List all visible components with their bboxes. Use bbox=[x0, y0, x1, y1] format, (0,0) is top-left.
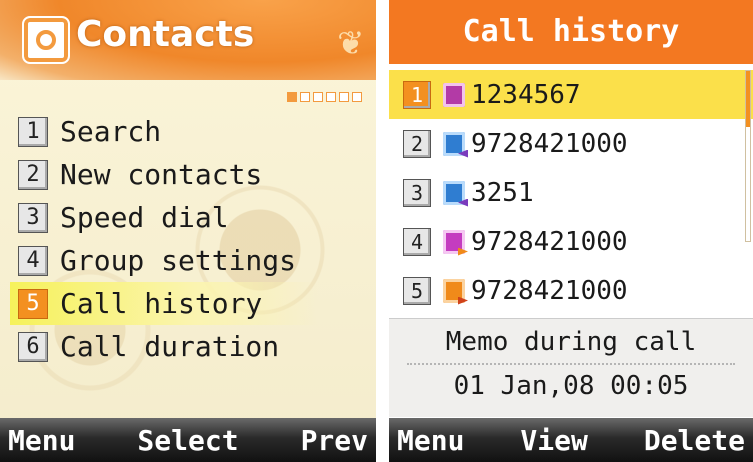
menu-item-label: Call duration bbox=[60, 330, 280, 363]
memo-label: Memo during call bbox=[445, 327, 697, 357]
softkey-bar: Menu View Delete bbox=[389, 418, 753, 462]
page-title: Contacts bbox=[76, 14, 255, 55]
call-item-number: 4 bbox=[403, 227, 431, 256]
memo-panel: Memo during call 01 Jan,08 00:05 bbox=[389, 318, 753, 417]
received-call-icon bbox=[443, 131, 465, 156]
list-scrollbar[interactable] bbox=[745, 70, 751, 242]
page-indicator bbox=[287, 92, 362, 102]
page-dot bbox=[313, 92, 323, 102]
menu-item-number: 2 bbox=[18, 159, 48, 190]
page-dot bbox=[300, 92, 310, 102]
contacts-header: Contacts ❦ bbox=[0, 0, 376, 80]
contacts-menu: 1 Search 2 New contacts 3 Speed dial 4 G… bbox=[10, 110, 368, 368]
call-list-item[interactable]: 3 3251 bbox=[389, 168, 753, 217]
page-dot bbox=[287, 92, 297, 102]
menu-item-label: Call history bbox=[60, 287, 263, 320]
call-list-item[interactable]: 1 1234567 bbox=[389, 70, 753, 119]
call-item-number: 3 bbox=[403, 178, 431, 207]
menu-item-label: Speed dial bbox=[60, 201, 229, 234]
menu-item-number: 4 bbox=[18, 245, 48, 276]
page-title: Call history bbox=[389, 0, 753, 64]
call-item-number: 1 bbox=[403, 80, 431, 109]
call-phone-number: 9728421000 bbox=[471, 275, 628, 306]
menu-item-label: New contacts bbox=[60, 158, 263, 191]
contacts-icon bbox=[22, 16, 70, 64]
call-timestamp: 01 Jan,08 00:05 bbox=[453, 371, 689, 401]
call-list-item[interactable]: 2 9728421000 bbox=[389, 119, 753, 168]
received-call-icon bbox=[443, 180, 465, 205]
call-item-number: 2 bbox=[403, 129, 431, 158]
menu-item-number: 1 bbox=[18, 116, 48, 147]
menu-item-call-history[interactable]: 5 Call history bbox=[10, 282, 318, 325]
contacts-screen: Contacts ❦ 1 Search 2 New contacts 3 Spe… bbox=[0, 0, 376, 462]
page-dot bbox=[326, 92, 336, 102]
call-phone-number: 1234567 bbox=[471, 79, 581, 110]
call-list-item[interactable]: 4 9728421000 bbox=[389, 217, 753, 266]
page-dot bbox=[352, 92, 362, 102]
dialed-call-icon bbox=[443, 82, 465, 107]
menu-item-number: 3 bbox=[18, 202, 48, 233]
menu-item-label: Search bbox=[60, 115, 162, 148]
missed-call-icon bbox=[443, 229, 465, 254]
call-phone-number: 9728421000 bbox=[471, 226, 628, 257]
call-item-number: 5 bbox=[403, 276, 431, 305]
page-dot bbox=[339, 92, 349, 102]
softkey-delete[interactable]: Delete bbox=[644, 424, 745, 457]
call-phone-number: 3251 bbox=[471, 177, 534, 208]
menu-item-call-duration[interactable]: 6 Call duration bbox=[18, 325, 368, 368]
call-phone-number: 9728421000 bbox=[471, 128, 628, 159]
menu-item-label: Group settings bbox=[60, 244, 297, 277]
softkey-select[interactable]: Select bbox=[137, 424, 238, 457]
menu-item-speed-dial[interactable]: 3 Speed dial bbox=[18, 196, 368, 239]
call-list-item[interactable]: 5 9728421000 bbox=[389, 266, 753, 315]
outgoing-call-icon bbox=[443, 278, 465, 303]
leaf-decoration-icon: ❦ bbox=[337, 18, 362, 64]
menu-item-search[interactable]: 1 Search bbox=[18, 110, 368, 153]
menu-item-number: 6 bbox=[18, 331, 48, 362]
menu-item-new-contacts[interactable]: 2 New contacts bbox=[18, 153, 368, 196]
memo-divider bbox=[407, 363, 735, 365]
call-list: 1 1234567 2 9728421000 3 3251 4 97284210… bbox=[389, 70, 753, 315]
menu-item-group-settings[interactable]: 4 Group settings bbox=[18, 239, 368, 282]
softkey-view[interactable]: View bbox=[520, 424, 587, 457]
softkey-bar: Menu Select Prev bbox=[0, 418, 376, 462]
call-history-screen: Call history 1 1234567 2 9728421000 3 32… bbox=[389, 0, 753, 462]
softkey-menu[interactable]: Menu bbox=[8, 424, 75, 457]
softkey-prev[interactable]: Prev bbox=[301, 424, 368, 457]
softkey-menu[interactable]: Menu bbox=[397, 424, 464, 457]
menu-item-number: 5 bbox=[18, 288, 48, 319]
scrollbar-thumb[interactable] bbox=[746, 71, 750, 127]
